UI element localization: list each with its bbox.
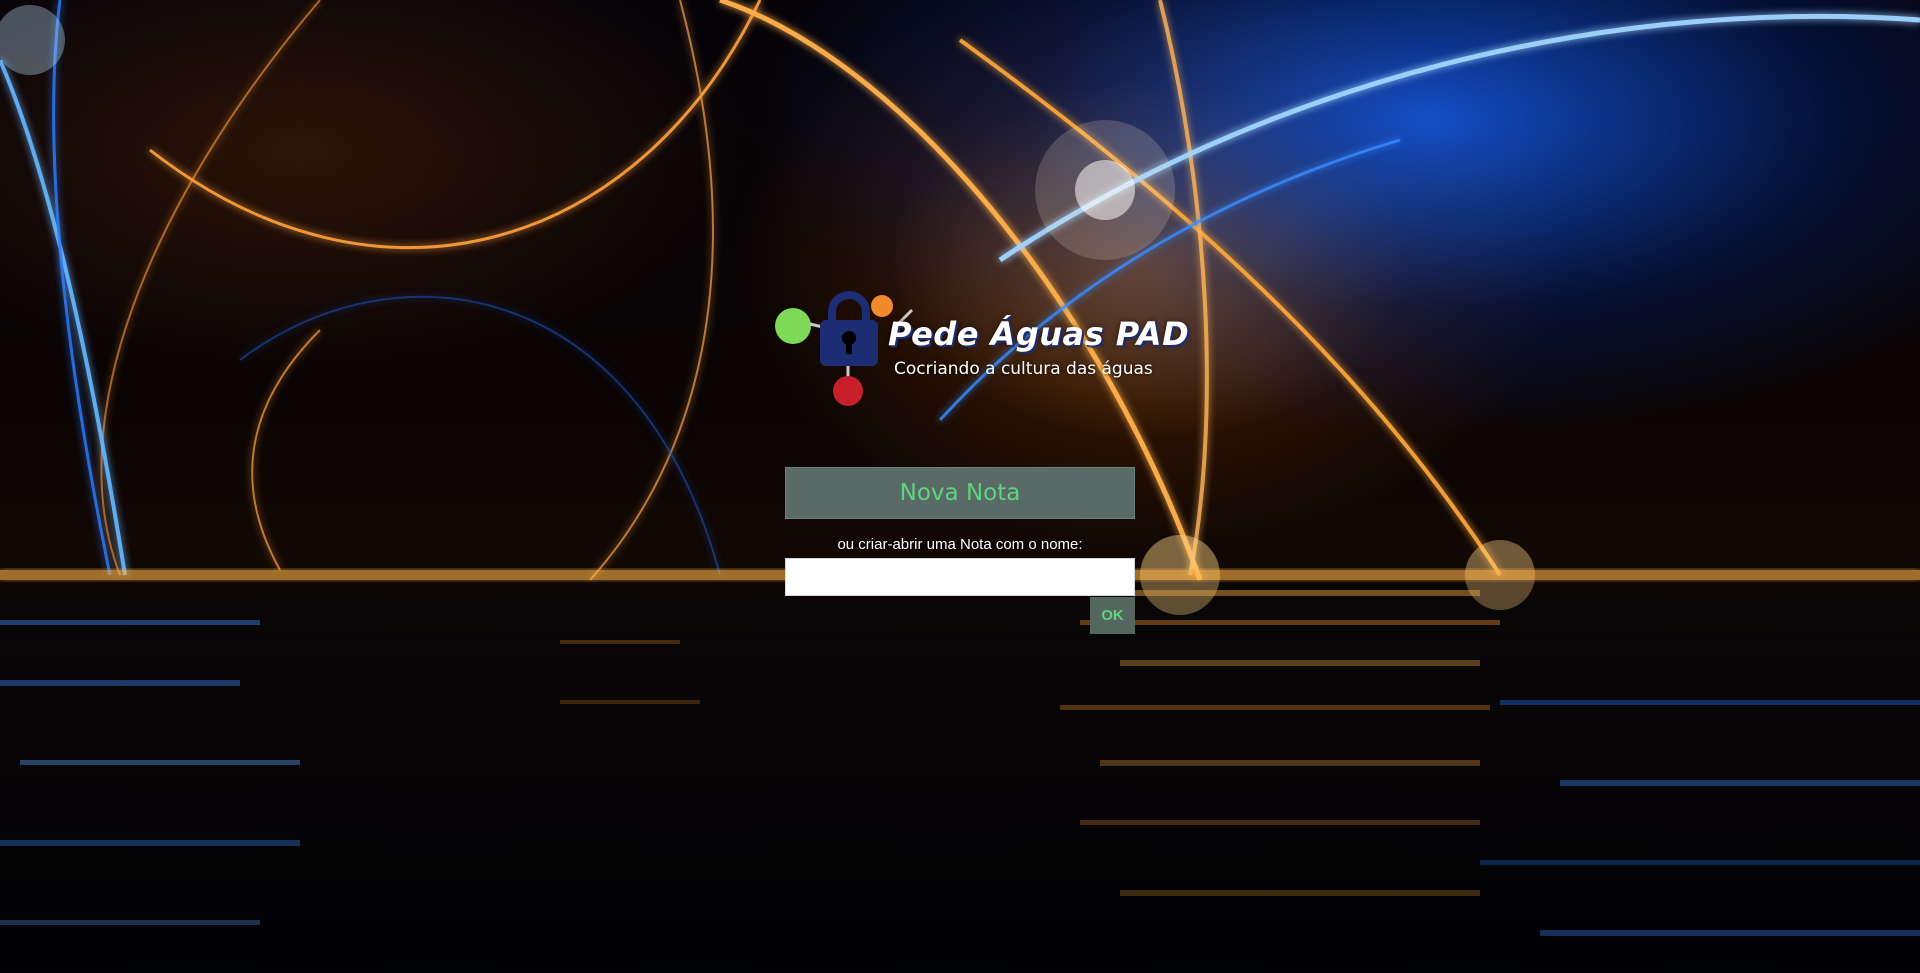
new-note-button[interactable]: Nova Nota [785,467,1135,519]
orange-dot-icon [871,295,893,317]
padlock-icon [820,291,878,366]
note-name-label: ou criar-abrir uma Nota com o nome: [837,536,1083,553]
green-dot-icon [775,308,811,344]
logo-subtitle: Cocriando a cultura das águas [894,359,1153,379]
ok-button[interactable]: OK [1090,597,1135,634]
logo-title: Pede Águas PAD [888,315,1190,353]
red-dot-icon [833,376,863,406]
page-background: Pede Águas PAD Cocriando a cultura das á… [0,0,1920,973]
note-name-input[interactable] [785,558,1135,596]
